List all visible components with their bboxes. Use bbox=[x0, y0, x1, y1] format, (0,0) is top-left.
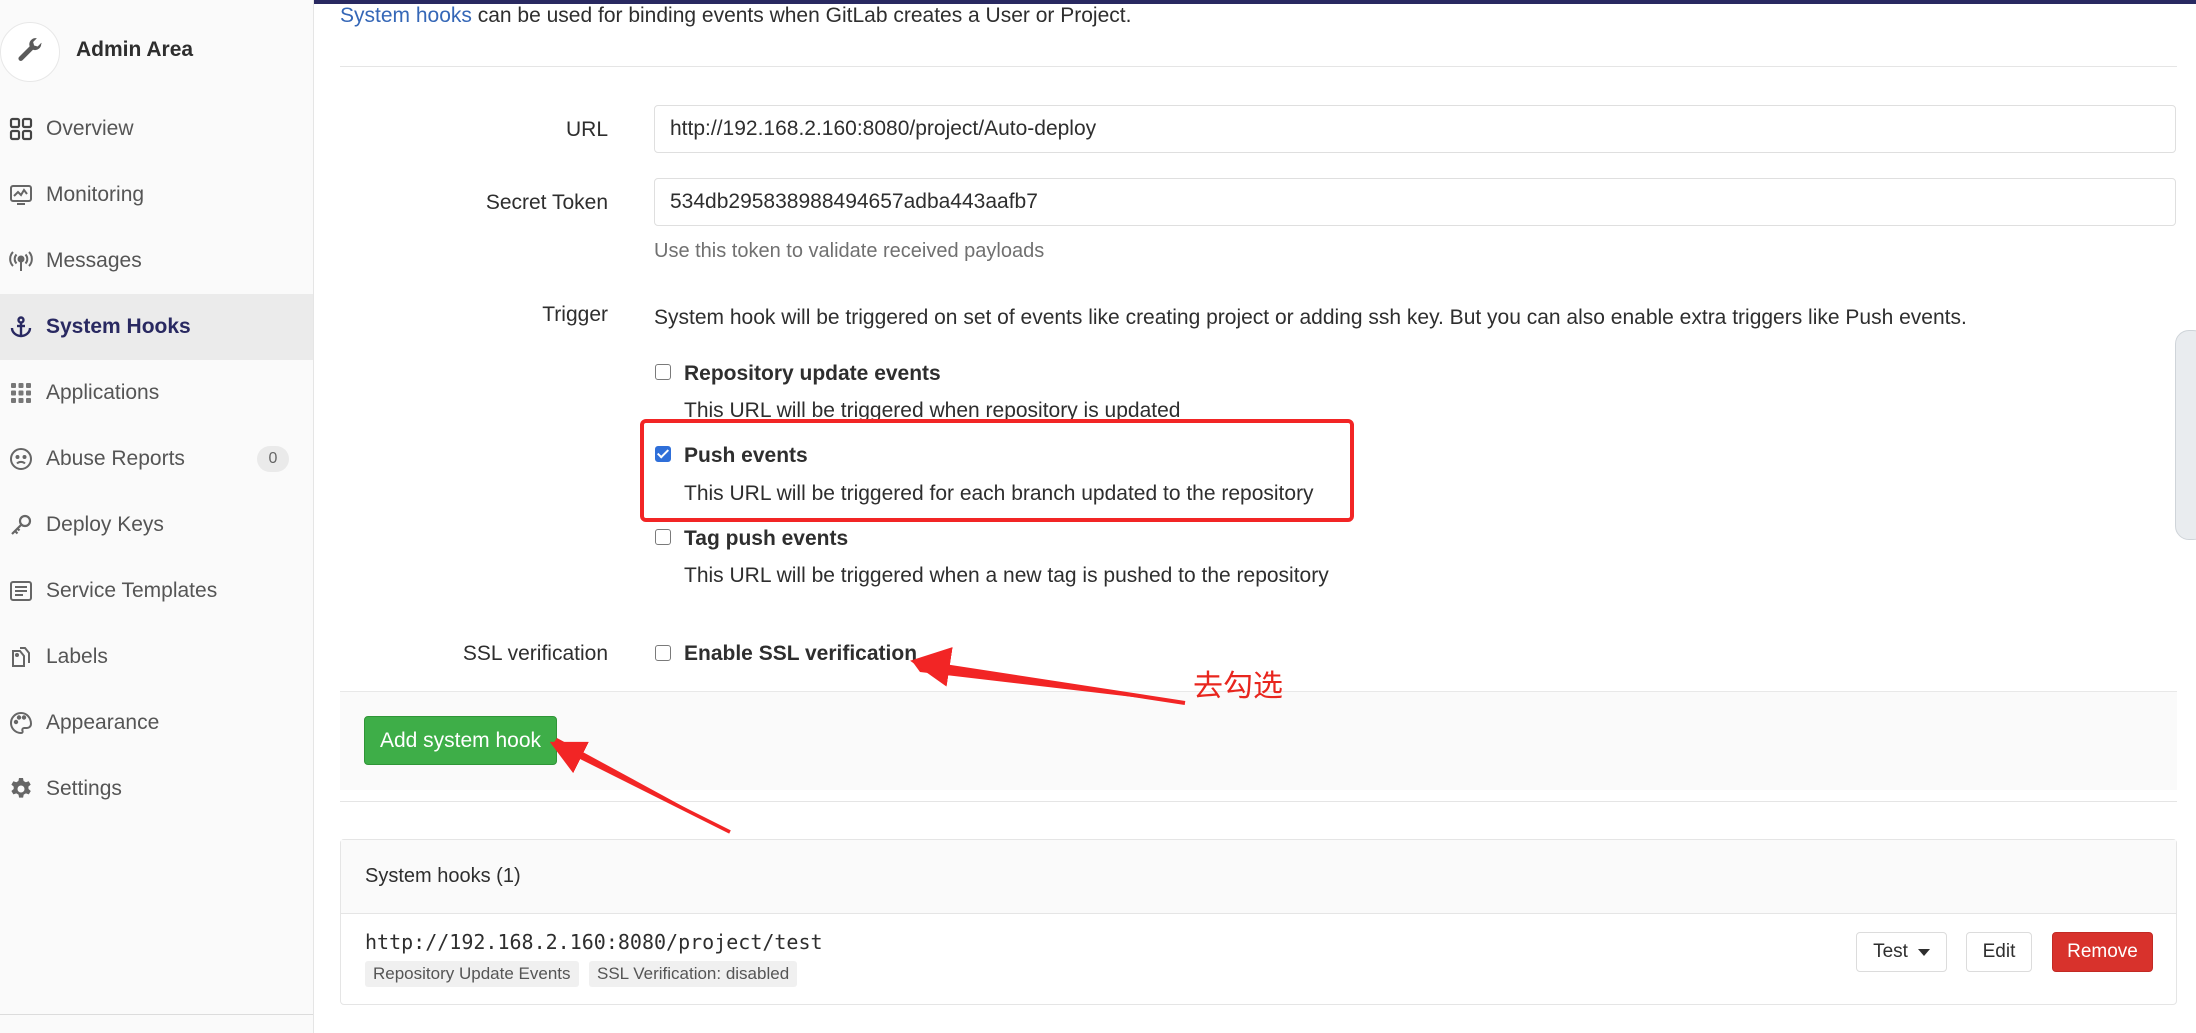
panel-title: System hooks (1) bbox=[365, 865, 521, 887]
floating-side-widget[interactable] bbox=[2175, 330, 2196, 540]
test-button-label: Test bbox=[1873, 941, 1908, 962]
sidebar-item-messages[interactable]: Messages bbox=[0, 228, 313, 294]
hook-event-badge: Repository Update Events bbox=[365, 961, 579, 987]
sidebar-item-system-hooks[interactable]: System Hooks bbox=[0, 294, 313, 360]
broadcast-icon bbox=[8, 248, 34, 274]
trigger-description: System hook will be triggered on set of … bbox=[654, 306, 1967, 329]
repository-update-title: Repository update events bbox=[684, 362, 941, 385]
sidebar-item-label: Service Templates bbox=[46, 579, 218, 602]
sidebar-item-overview[interactable]: Overview bbox=[0, 96, 313, 162]
sidebar-item-label: Applications bbox=[46, 381, 160, 404]
key-icon bbox=[8, 512, 34, 538]
hook-ssl-badge: SSL Verification: disabled bbox=[589, 961, 798, 987]
tag-push-events-checkbox[interactable] bbox=[655, 529, 671, 545]
add-system-hook-button[interactable]: Add system hook bbox=[364, 716, 557, 765]
sidebar-item-labels[interactable]: Labels bbox=[0, 624, 313, 690]
wrench-icon bbox=[0, 22, 60, 82]
intro-description: can be used for binding events when GitL… bbox=[471, 4, 1132, 27]
hook-url: http://192.168.2.160:8080/project/test bbox=[365, 930, 823, 954]
sidebar-item-label: Messages bbox=[46, 249, 142, 272]
repository-update-checkbox[interactable] bbox=[655, 364, 671, 380]
secret-token-input[interactable] bbox=[654, 178, 2176, 226]
form-actions bbox=[340, 691, 2177, 790]
sidebar-item-label: Labels bbox=[46, 645, 108, 668]
palette-icon bbox=[8, 710, 34, 736]
panel-header: System hooks (1) bbox=[341, 840, 2176, 914]
url-input[interactable] bbox=[654, 105, 2176, 153]
admin-sidebar: Admin Area Overview Monitoring Messages … bbox=[0, 0, 314, 1033]
sidebar-item-label: System Hooks bbox=[46, 315, 191, 338]
remove-button[interactable]: Remove bbox=[2052, 932, 2153, 972]
sidebar-divider bbox=[0, 1014, 313, 1015]
test-dropdown-button[interactable]: Test bbox=[1856, 932, 1947, 972]
labels-icon bbox=[8, 644, 34, 670]
sidebar-title: Admin Area bbox=[76, 38, 194, 61]
sidebar-item-abuse-reports[interactable]: Abuse Reports 0 bbox=[0, 426, 313, 492]
sidebar-item-appearance[interactable]: Appearance bbox=[0, 690, 313, 756]
edit-button[interactable]: Edit bbox=[1966, 932, 2032, 972]
divider bbox=[340, 801, 2177, 802]
abuse-count-badge: 0 bbox=[257, 446, 289, 472]
push-events-highlight-box bbox=[640, 419, 1354, 522]
sidebar-item-label: Abuse Reports bbox=[46, 447, 185, 470]
sidebar-item-monitoring[interactable]: Monitoring bbox=[0, 162, 313, 228]
abuse-icon bbox=[8, 446, 34, 472]
sidebar-item-label: Overview bbox=[46, 117, 134, 140]
sidebar-item-label: Monitoring bbox=[46, 183, 145, 206]
caret-down-icon bbox=[1917, 948, 1930, 956]
system-hooks-panel: System hooks (1) http://192.168.2.160:80… bbox=[340, 839, 2177, 1005]
gear-icon bbox=[8, 776, 34, 802]
trigger-label: Trigger bbox=[542, 303, 608, 326]
sidebar-header[interactable]: Admin Area bbox=[0, 18, 313, 84]
ssl-verification-label: SSL verification bbox=[462, 642, 608, 665]
monitor-icon bbox=[8, 182, 34, 208]
template-icon bbox=[8, 578, 34, 604]
apps-icon bbox=[8, 380, 34, 406]
secret-token-help: Use this token to validate received payl… bbox=[654, 240, 1045, 262]
grid-icon bbox=[8, 116, 34, 142]
divider bbox=[340, 66, 2177, 67]
sidebar-item-applications[interactable]: Applications bbox=[0, 360, 313, 426]
tag-push-events-desc: This URL will be triggered when a new ta… bbox=[684, 564, 1329, 587]
url-label: URL bbox=[565, 118, 608, 141]
sidebar-item-label: Deploy Keys bbox=[46, 513, 164, 536]
sidebar-item-settings[interactable]: Settings bbox=[0, 756, 313, 822]
secret-token-label: Secret Token bbox=[485, 191, 608, 214]
tag-push-events-title: Tag push events bbox=[684, 527, 849, 550]
anchor-icon bbox=[8, 314, 34, 340]
ssl-verification-checkbox[interactable] bbox=[655, 645, 671, 661]
sidebar-item-service-templates[interactable]: Service Templates bbox=[0, 558, 313, 624]
sidebar-item-label: Settings bbox=[46, 777, 122, 800]
intro-text: System hooks can be used for binding eve… bbox=[340, 4, 1131, 28]
sidebar-item-label: Appearance bbox=[46, 711, 160, 734]
sidebar-item-deploy-keys[interactable]: Deploy Keys bbox=[0, 492, 313, 558]
system-hooks-help-link[interactable]: System hooks bbox=[340, 4, 472, 27]
annotation-uncheck-text: 去勾选 bbox=[1193, 669, 1283, 704]
ssl-verification-option: Enable SSL verification bbox=[684, 642, 918, 665]
